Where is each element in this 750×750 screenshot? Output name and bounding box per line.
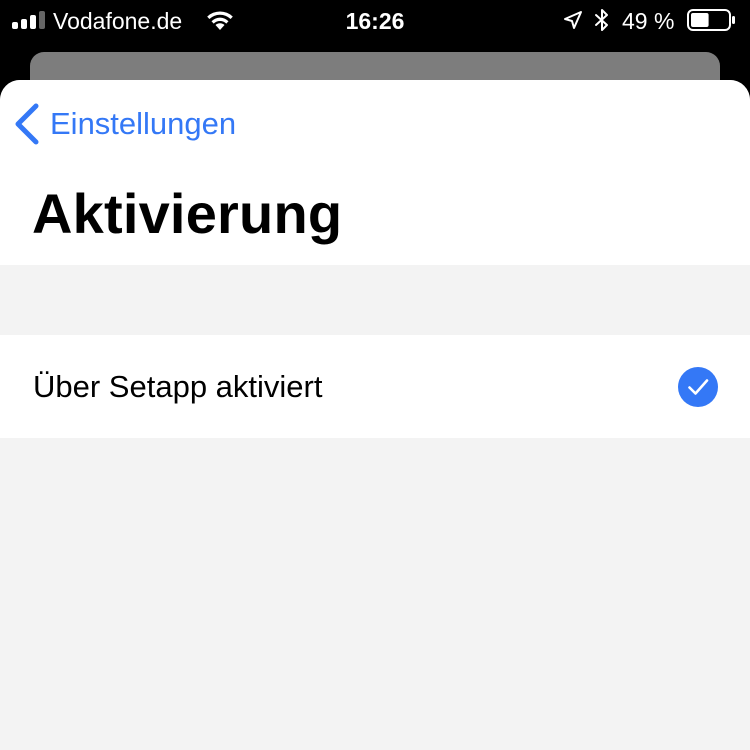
checkmark-circle-icon xyxy=(678,367,718,407)
status-bar: Vodafone.de 16:26 49 % xyxy=(0,0,750,44)
battery-icon xyxy=(687,9,735,31)
navigation-header: Einstellungen Aktivierung xyxy=(0,80,750,265)
bluetooth-icon xyxy=(595,9,608,31)
option-row-setapp[interactable]: Über Setapp aktiviert xyxy=(0,335,750,438)
back-button[interactable]: Einstellungen xyxy=(14,102,236,146)
back-button-label: Einstellungen xyxy=(50,106,237,141)
chevron-left-icon xyxy=(15,103,39,145)
page-title: Aktivierung xyxy=(32,182,343,245)
option-label: Über Setapp aktiviert xyxy=(33,369,323,404)
settings-sheet: Einstellungen Aktivierung Über Setapp ak… xyxy=(0,80,750,750)
battery-percentage: 49 % xyxy=(622,8,675,34)
location-arrow-icon xyxy=(564,11,582,29)
screen: Vodafone.de 16:26 49 % Einstellungen Akt… xyxy=(0,0,750,750)
